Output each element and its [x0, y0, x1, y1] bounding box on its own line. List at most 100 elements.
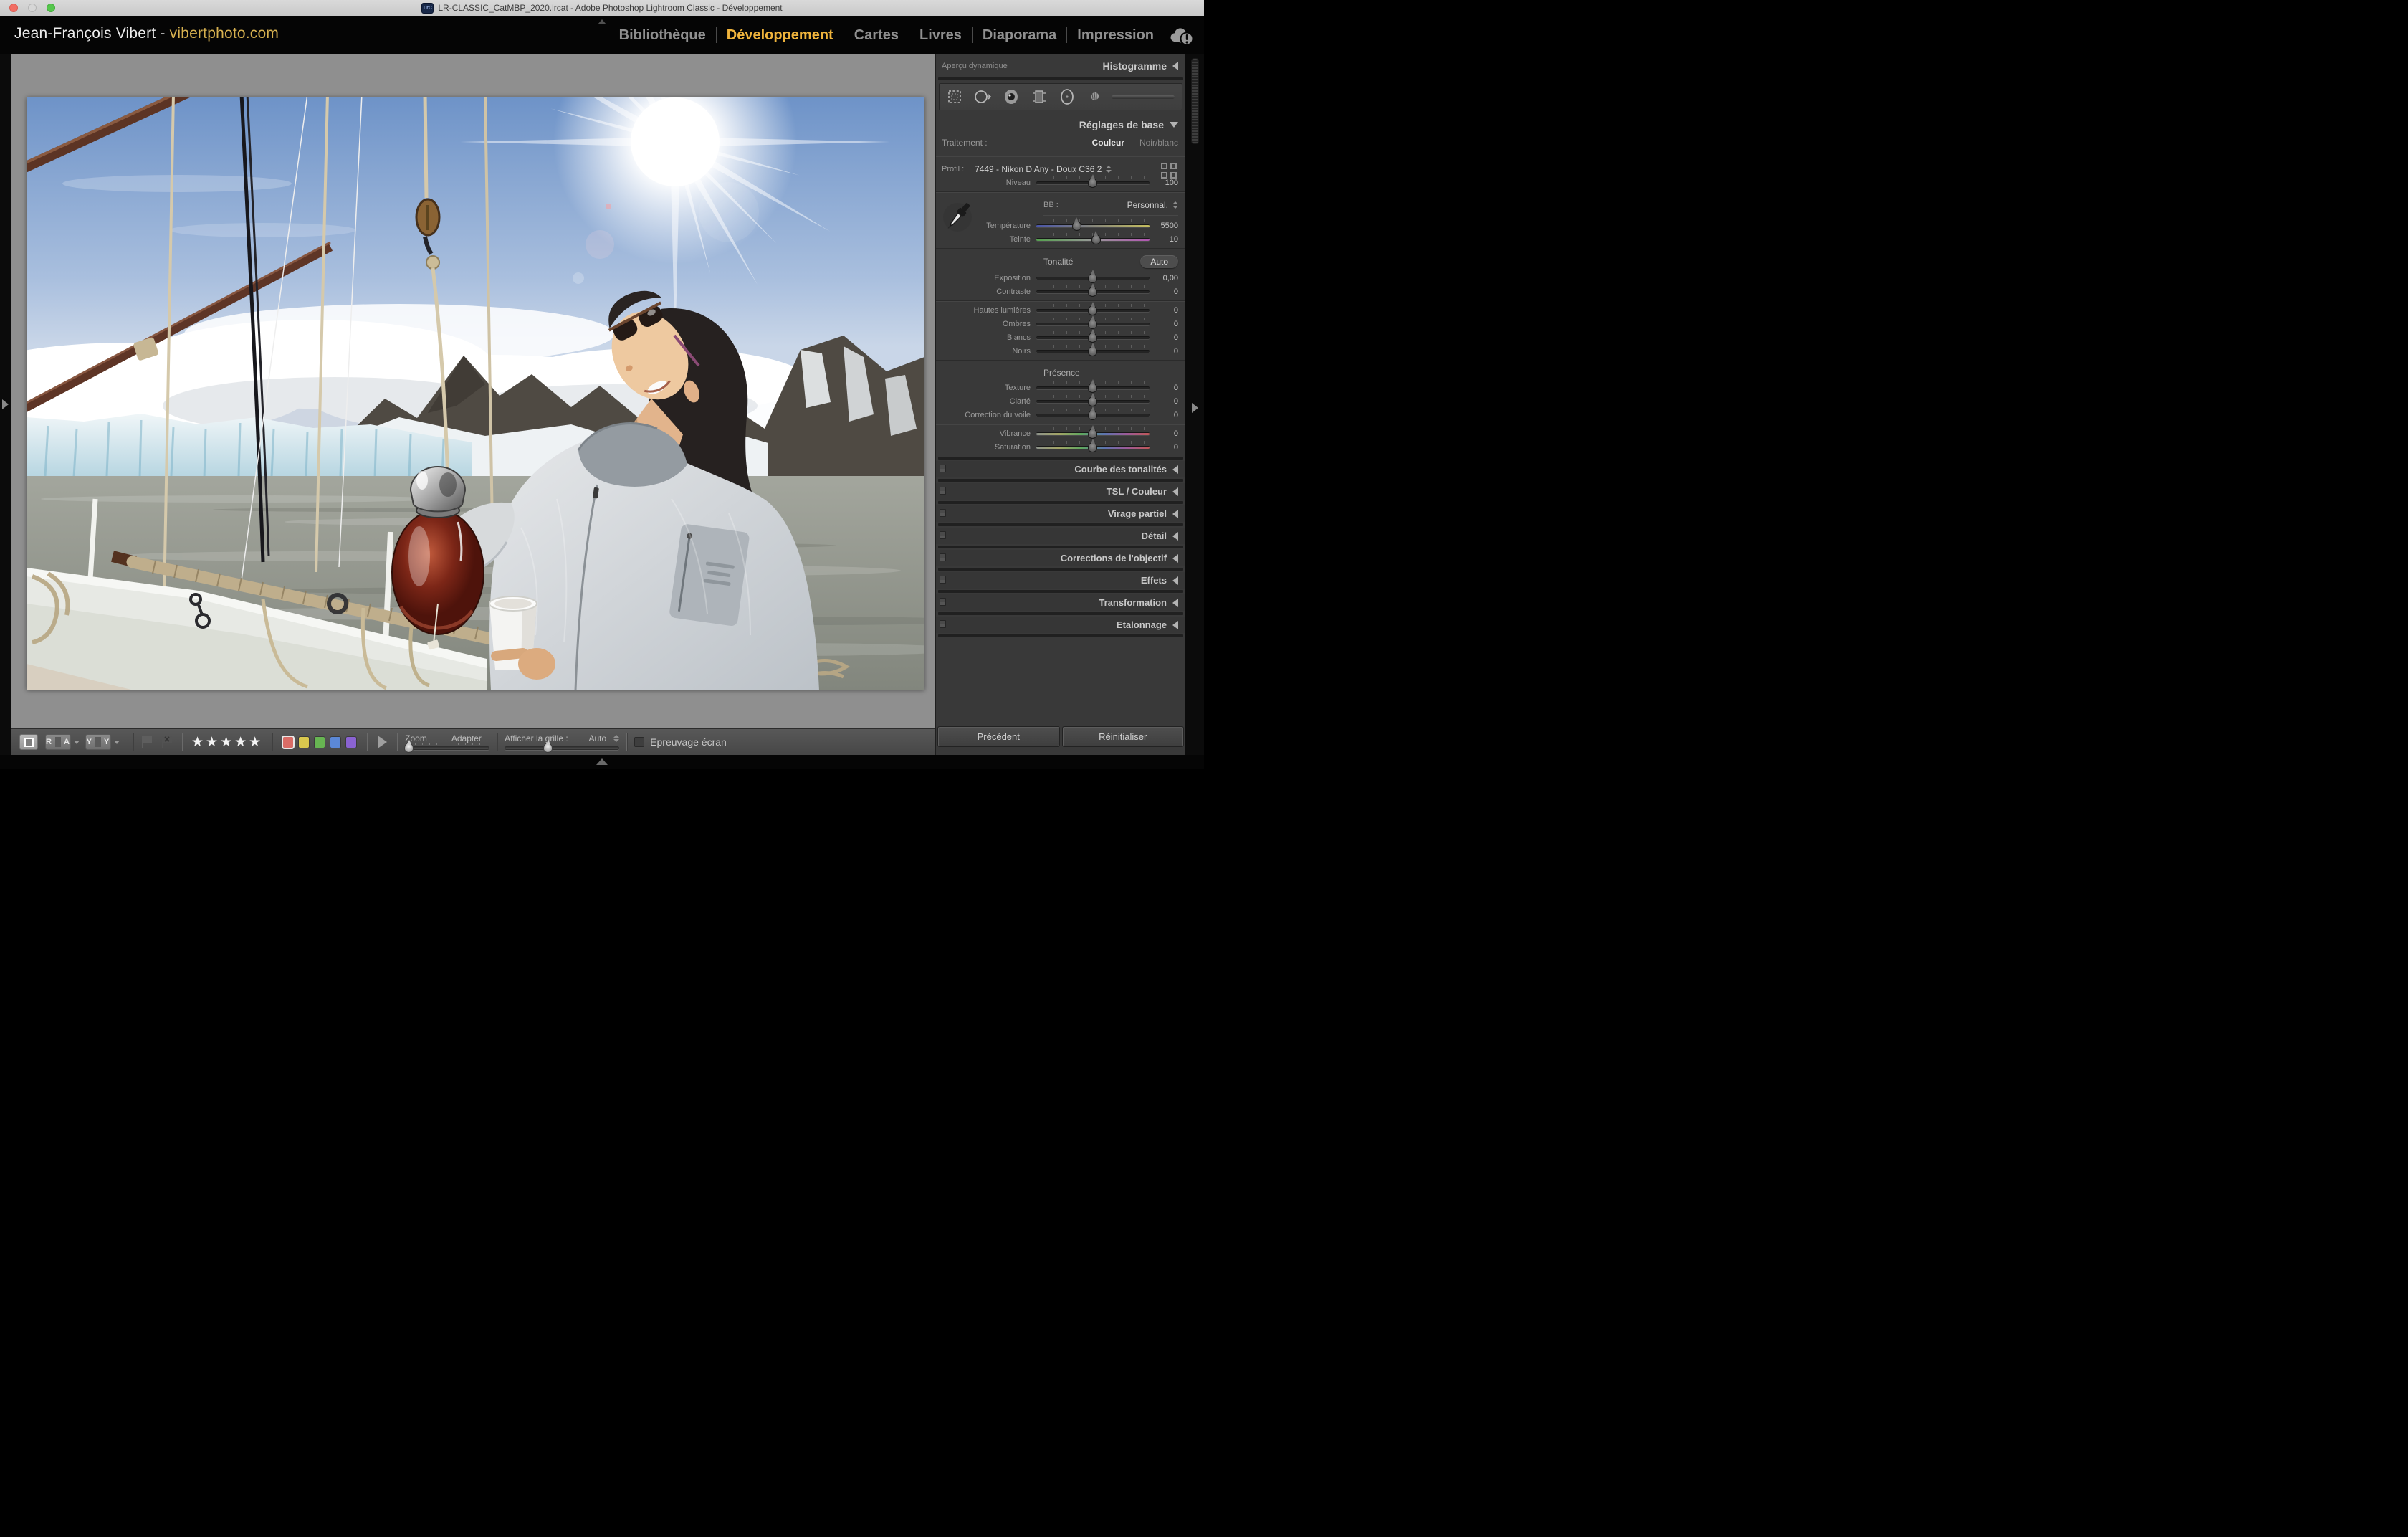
temperature-slider-thumb[interactable] [1072, 221, 1081, 231]
top-panel-collapse-arrow-icon[interactable] [598, 19, 606, 24]
compare-view-button[interactable]: RA [45, 734, 71, 750]
panel-toggle-switch[interactable] [940, 620, 946, 628]
blacks-slider[interactable] [1036, 347, 1150, 356]
tint-slider-thumb[interactable] [1091, 234, 1101, 244]
color-label-green[interactable] [314, 736, 325, 748]
panel-toggle-switch[interactable] [940, 553, 946, 561]
before-after-dropdown-icon[interactable] [114, 741, 120, 744]
radial-filter-icon[interactable] [1059, 88, 1076, 105]
panel-toggle-switch[interactable] [940, 531, 946, 539]
panel-toggle-switch[interactable] [940, 509, 946, 517]
auto-tone-button[interactable]: Auto [1140, 255, 1178, 268]
shadows-value[interactable]: 0 [1150, 320, 1178, 328]
profile-dropdown[interactable]: 7449 - Nikon D Any - Doux C36 2 [975, 164, 1102, 174]
dehaze-value[interactable]: 0 [1150, 411, 1178, 419]
stepper-icon[interactable] [1172, 201, 1178, 209]
grid-size-slider[interactable] [505, 745, 619, 751]
contrast-value[interactable]: 0 [1150, 287, 1178, 296]
stepper-icon[interactable] [1106, 166, 1112, 173]
close-window-button[interactable] [9, 4, 18, 12]
histogram-panel-header[interactable]: Histogramme [1103, 60, 1178, 72]
contrast-slider[interactable] [1036, 287, 1150, 296]
panel-toggle-switch[interactable] [940, 598, 946, 606]
saturation-slider[interactable] [1036, 443, 1150, 452]
module-diaporama[interactable]: Diaporama [973, 27, 1066, 44]
panel-toggle-switch[interactable] [940, 465, 946, 472]
amount-slider[interactable] [1036, 179, 1150, 187]
photo-preview[interactable] [27, 97, 924, 690]
panel-calibration[interactable]: Etalonnage [936, 617, 1185, 633]
blacks-value[interactable]: 0 [1150, 347, 1178, 356]
contrast-slider-thumb[interactable] [1088, 287, 1097, 297]
panel-effects[interactable]: Effets [936, 572, 1185, 589]
adjustment-brush-icon[interactable] [1086, 88, 1105, 105]
dehaze-slider-thumb[interactable] [1088, 410, 1097, 420]
amount-value[interactable]: 100 [1150, 179, 1178, 187]
module-livres[interactable]: Livres [909, 27, 972, 44]
vibrance-slider[interactable] [1036, 429, 1150, 438]
vibrance-slider-thumb[interactable] [1088, 429, 1097, 439]
module-cartes[interactable]: Cartes [844, 27, 909, 44]
compare-view-dropdown-icon[interactable] [74, 741, 80, 744]
whites-slider[interactable] [1036, 333, 1150, 342]
panel-hsl-color[interactable]: TSL / Couleur [936, 483, 1185, 500]
loupe-view-button[interactable] [19, 734, 38, 750]
shadows-slider[interactable] [1036, 320, 1150, 328]
filmstrip-reveal-arrow-icon[interactable] [596, 758, 608, 765]
temperature-value[interactable]: 5500 [1150, 222, 1178, 230]
highlights-value[interactable]: 0 [1150, 306, 1178, 315]
treatment-color-option[interactable]: Couleur [1092, 138, 1124, 148]
before-after-view-button[interactable]: YY [85, 734, 111, 750]
panel-toggle-switch[interactable] [940, 487, 946, 495]
softproof-checkbox[interactable] [634, 737, 644, 747]
color-label-yellow[interactable] [298, 736, 310, 748]
reset-button[interactable]: Réinitialiser [1063, 727, 1184, 746]
exposure-slider-thumb[interactable] [1088, 273, 1097, 283]
temperature-slider[interactable] [1036, 222, 1150, 230]
grid-mode-dropdown[interactable]: Auto [588, 733, 619, 743]
minimize-window-button[interactable] [28, 4, 37, 12]
basic-panel-header[interactable]: Réglages de base [936, 115, 1185, 133]
right-panel-collapse-arrow-icon[interactable] [1192, 403, 1198, 413]
texture-value[interactable]: 0 [1150, 384, 1178, 392]
highlights-slider-thumb[interactable] [1088, 305, 1097, 315]
maximize-window-button[interactable] [47, 4, 55, 12]
reject-flag-icon[interactable] [161, 734, 175, 750]
color-label-blue[interactable] [330, 736, 341, 748]
zoom-slider-thumb[interactable] [404, 743, 414, 753]
color-label-red[interactable] [282, 736, 294, 748]
panel-lens-corrections[interactable]: Corrections de l'objectif [936, 550, 1185, 566]
crop-overlay-icon[interactable] [947, 89, 962, 105]
grid-size-slider-thumb[interactable] [543, 743, 553, 753]
clarity-slider-thumb[interactable] [1088, 396, 1097, 406]
whites-value[interactable]: 0 [1150, 333, 1178, 342]
tint-value[interactable]: + 10 [1150, 235, 1178, 244]
slideshow-play-icon[interactable] [378, 736, 387, 748]
wb-eyedropper-icon[interactable] [942, 199, 973, 236]
clarity-slider[interactable] [1036, 397, 1150, 406]
module-developpement[interactable]: Développement [717, 27, 844, 44]
panel-tone-curve[interactable]: Courbe des tonalités [936, 461, 1185, 477]
vibrance-value[interactable]: 0 [1150, 429, 1178, 438]
blacks-slider-thumb[interactable] [1088, 346, 1097, 356]
texture-slider[interactable] [1036, 384, 1150, 392]
panel-toggle-switch[interactable] [940, 576, 946, 584]
whites-slider-thumb[interactable] [1088, 333, 1097, 343]
shadows-slider-thumb[interactable] [1088, 319, 1097, 329]
dehaze-slider[interactable] [1036, 411, 1150, 419]
panel-split-toning[interactable]: Virage partiel [936, 505, 1185, 522]
previous-button[interactable]: Précédent [938, 727, 1059, 746]
spot-removal-icon[interactable] [973, 89, 992, 105]
color-label-purple[interactable] [345, 736, 357, 748]
module-impression[interactable]: Impression [1067, 27, 1164, 44]
amount-slider-thumb[interactable] [1088, 178, 1097, 188]
treatment-bw-option[interactable]: Noir/blanc [1140, 138, 1178, 148]
red-eye-icon[interactable] [1003, 88, 1020, 105]
profile-browser-icon[interactable] [1161, 163, 1177, 179]
saturation-value[interactable]: 0 [1150, 443, 1178, 452]
left-panel-reveal-arrow-icon[interactable] [2, 399, 9, 409]
exposure-value[interactable]: 0,00 [1150, 274, 1178, 282]
cloud-sync-alert-icon[interactable] [1168, 26, 1197, 46]
panel-detail[interactable]: Détail [936, 528, 1185, 544]
saturation-slider-thumb[interactable] [1088, 442, 1097, 452]
